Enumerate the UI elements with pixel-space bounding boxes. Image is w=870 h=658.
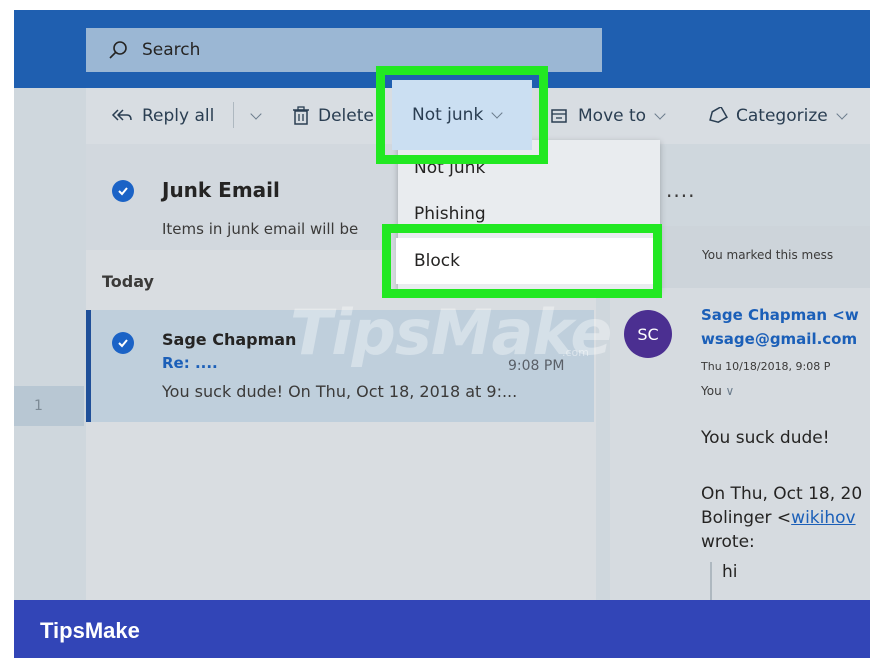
- recipient-you[interactable]: You: [701, 384, 722, 398]
- delete-button[interactable]: Delete: [292, 88, 374, 144]
- checkmark-icon: [118, 187, 128, 196]
- search-input[interactable]: Search: [142, 40, 200, 60]
- move-to-label: Move to: [578, 106, 647, 126]
- sender-email[interactable]: wsage@gmail.com: [701, 330, 870, 348]
- highlight-box-not-junk: [376, 66, 548, 164]
- unread-count: 1: [34, 398, 43, 414]
- checkmark-icon: [118, 339, 128, 348]
- avatar: SC: [624, 310, 672, 358]
- body-line: On Thu, Oct 18, 20: [701, 484, 863, 504]
- message-date: Thu 10/18/2018, 9:08 P: [701, 360, 831, 373]
- folder-subtitle: Items in junk email will be: [162, 220, 359, 238]
- body-line: Bolinger <wikihov: [701, 508, 870, 528]
- chevron-down-icon: [836, 107, 848, 120]
- categorize-label: Categorize: [736, 106, 828, 126]
- body-text: Bolinger <: [701, 508, 792, 528]
- chevron-down-icon: [250, 107, 262, 120]
- quoted-text: hi: [710, 562, 870, 600]
- toolbar-divider: [233, 102, 234, 128]
- junk-notice-text: You marked this mess: [702, 248, 834, 262]
- sender-name[interactable]: Sage Chapman <w: [701, 306, 870, 324]
- reply-all-icon: [111, 109, 132, 121]
- reply-options-dropdown[interactable]: [242, 88, 262, 144]
- tag-icon: [709, 107, 728, 124]
- search-icon: [109, 41, 127, 59]
- message-sender: Sage Chapman: [162, 330, 297, 349]
- body-line: You suck dude!: [701, 428, 830, 448]
- highlight-box-block: [382, 224, 662, 298]
- reply-all-button[interactable]: Reply all: [110, 88, 214, 144]
- body-line: wrote:: [701, 532, 755, 552]
- recipient-line: You ∨: [701, 384, 870, 398]
- footer-bar: [14, 600, 870, 658]
- folder-move-icon: [551, 109, 567, 123]
- footer-logo: TipsMake: [40, 618, 140, 643]
- categorize-button[interactable]: Categorize: [706, 88, 848, 144]
- trash-icon: [293, 106, 309, 125]
- select-all-checkbox[interactable]: [112, 180, 134, 202]
- watermark-domain: .com: [562, 346, 589, 359]
- message-preview: You suck dude! On Thu, Oct 18, 2018 at 9…: [162, 382, 518, 401]
- menu-item-phishing[interactable]: Phishing: [414, 204, 486, 224]
- chevron-down-icon: [654, 107, 666, 120]
- expand-recipients-icon[interactable]: ∨: [726, 384, 735, 398]
- folder-unread-count[interactable]: 1: [14, 386, 84, 426]
- more-actions-button[interactable]: ....: [666, 178, 695, 202]
- move-to-button[interactable]: Move to: [550, 88, 666, 144]
- delete-label: Delete: [318, 106, 374, 126]
- message-subject: Re: ....: [162, 354, 218, 372]
- date-group-label: Today: [102, 272, 154, 291]
- reply-all-label: Reply all: [142, 106, 215, 126]
- message-checkbox[interactable]: [112, 332, 134, 354]
- folder-title: Junk Email: [162, 178, 280, 202]
- email-link[interactable]: wikihov: [791, 508, 855, 528]
